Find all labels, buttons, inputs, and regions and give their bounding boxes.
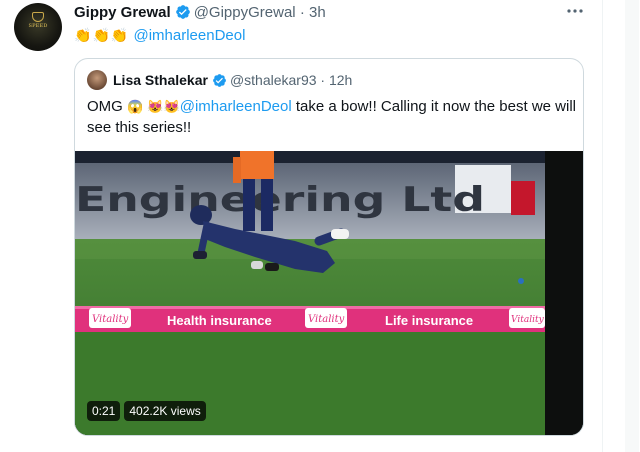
board-vitality-2: Vitality (308, 314, 345, 325)
header-separator: · (299, 4, 305, 21)
verified-badge-icon (212, 73, 227, 92)
video-frame: Engineering Ltd Vitality Health insuranc… (75, 151, 583, 435)
quoted-header-separator: · (320, 72, 326, 88)
screaming-face-icon: 😱 (127, 99, 144, 114)
quoted-mention-link[interactable]: @imharleenDeol (180, 98, 292, 115)
weary-cat-icon: 😻 (163, 99, 180, 114)
logo-crest-icon (32, 12, 44, 22)
verified-badge-icon (175, 4, 191, 25)
quoted-author-avatar[interactable] (87, 70, 107, 90)
board-vitality-3: Vitality (511, 315, 545, 325)
stand-signage-text: Engineering Ltd (75, 180, 485, 220)
author-avatar[interactable]: SPEED (14, 3, 62, 51)
tweet-timestamp[interactable]: 3h (309, 4, 326, 21)
clapping-hands-icon: 👏 (92, 27, 110, 43)
author-name[interactable]: Gippy Grewal (74, 4, 171, 21)
board-vitality-1: Vitality (92, 314, 129, 325)
weary-cat-icon: 😻 (147, 99, 164, 114)
right-sidebar-edge (602, 0, 640, 452)
author-handle[interactable]: @GippyGrewal (194, 4, 296, 21)
video-player[interactable]: Engineering Ltd Vitality Health insuranc… (75, 151, 583, 435)
tweet-card[interactable]: SPEED Gippy Grewal @GippyGrewal · 3h 👏👏👏 … (0, 0, 640, 452)
quoted-author-name[interactable]: Lisa Sthalekar (113, 72, 208, 88)
mention-link[interactable]: @imharleenDeol (133, 27, 245, 44)
quoted-text-start: OMG (87, 98, 127, 115)
clapping-hands-icon: 👏 (74, 27, 92, 43)
video-views-badge: 402.2K views (124, 401, 206, 421)
more-options-icon[interactable] (564, 2, 586, 20)
board-health-insurance: Health insurance (167, 313, 272, 328)
board-life-insurance: Life insurance (385, 313, 473, 328)
quoted-tweet[interactable]: Lisa Sthalekar @sthalekar93 · 12h OMG 😱 😻… (74, 58, 584, 436)
tweet-header: Gippy Grewal @GippyGrewal · 3h (74, 4, 326, 25)
video-duration-badge: 0:21 (87, 401, 121, 421)
avatar-logo-text: SPEED (28, 23, 48, 29)
quoted-tweet-text: OMG 😱 😻😻@imharleenDeol take a bow!! Call… (87, 96, 577, 138)
scrollbar-track[interactable] (625, 0, 639, 452)
quoted-author-handle[interactable]: @sthalekar93 (230, 72, 317, 88)
tweet-text: 👏👏👏 @imharleenDeol (74, 26, 245, 45)
video-badges: 0:21 402.2K views (87, 401, 206, 421)
clapping-hands-icon: 👏 (110, 27, 129, 43)
quoted-tweet-timestamp[interactable]: 12h (329, 72, 352, 88)
quoted-tweet-header: Lisa Sthalekar @sthalekar93 · 12h (113, 71, 352, 92)
